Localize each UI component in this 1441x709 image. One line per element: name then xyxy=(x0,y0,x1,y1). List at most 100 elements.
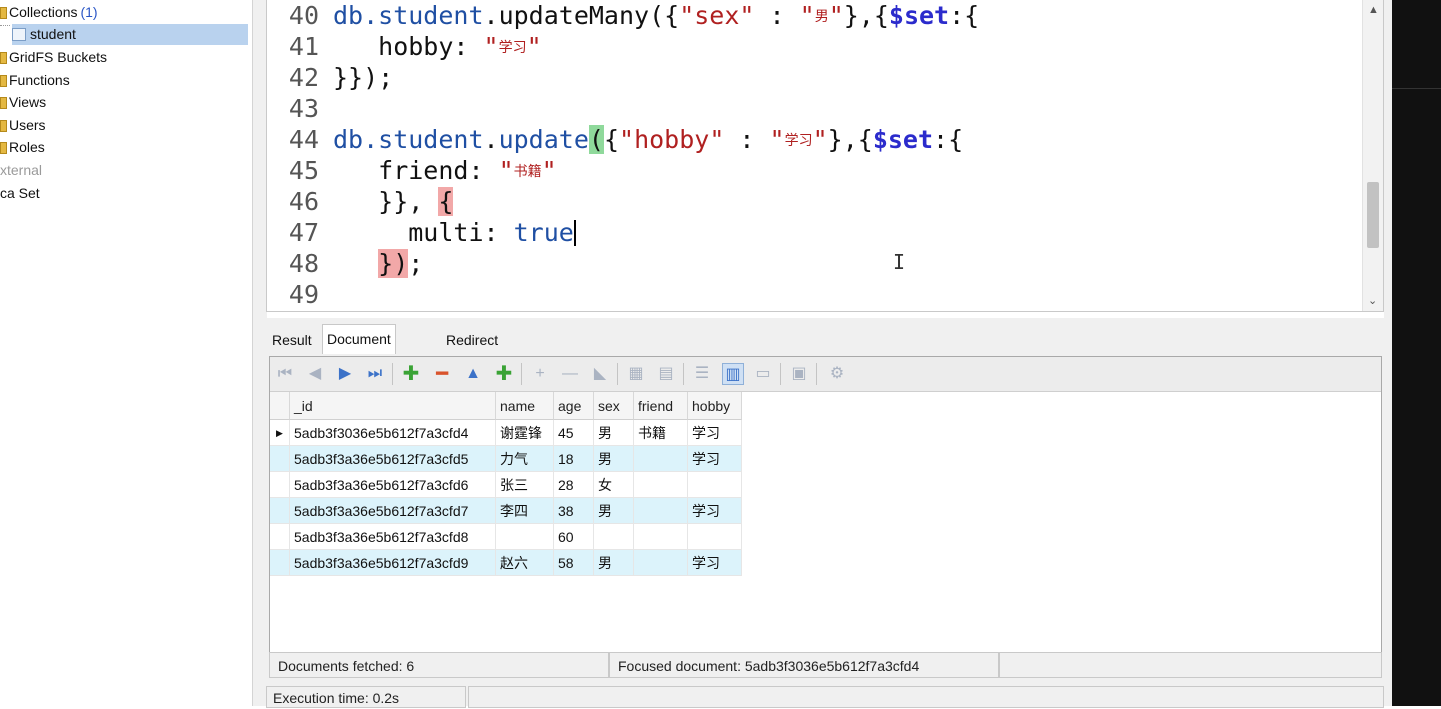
scrollbar-thumb[interactable] xyxy=(1367,182,1379,248)
cell-id[interactable]: 5adb3f3a36e5b612f7a3cfd9 xyxy=(290,550,496,576)
cell-sex[interactable]: 男 xyxy=(594,498,634,524)
code-token: multi: xyxy=(333,218,514,247)
table-view-icon[interactable]: ▥ xyxy=(722,363,744,385)
tree-gridfs-buckets[interactable]: GridFS Buckets xyxy=(0,47,107,68)
column-header-id[interactable]: _id xyxy=(290,392,496,420)
add-icon[interactable]: ✚ xyxy=(400,363,422,385)
code-token: 学习 xyxy=(498,40,527,56)
tree-roles[interactable]: Roles xyxy=(0,137,45,158)
table-row[interactable]: 5adb3f3a36e5b612f7a3cfd5 力气 18 男 学习 xyxy=(270,446,742,472)
line-number: 46 xyxy=(288,187,319,216)
tree-item-student[interactable]: student xyxy=(12,24,248,45)
table-row[interactable]: ▶ 5adb3f3036e5b612f7a3cfd4 谢霆锋 45 男书籍 学习 xyxy=(270,420,742,446)
cell-hobby[interactable]: 学习 xyxy=(688,550,742,576)
cell-sex[interactable] xyxy=(594,524,634,550)
query-editor[interactable]: 40 db.student.updateMany({"sex" : "男"},{$… xyxy=(266,0,1384,312)
column-header-sex[interactable]: sex xyxy=(594,392,634,420)
insert-icon[interactable]: + xyxy=(529,363,551,385)
cell-id[interactable]: 5adb3f3a36e5b612f7a3cfd6 xyxy=(290,472,496,498)
cell-age[interactable]: 60 xyxy=(554,524,594,550)
text-view-icon[interactable]: ▭ xyxy=(752,363,774,385)
document-grid[interactable]: _id name age sex friend hobby ▶ 5adb3f303… xyxy=(270,392,1381,649)
cell-id[interactable]: 5adb3f3036e5b612f7a3cfd4 xyxy=(290,420,496,446)
cell-hobby[interactable]: 学习 xyxy=(688,446,742,472)
tree-functions[interactable]: Functions xyxy=(0,70,70,91)
cell-hobby[interactable] xyxy=(688,524,742,550)
chart-icon[interactable]: ◣ xyxy=(589,363,611,385)
cell-name[interactable]: 赵六 xyxy=(496,550,554,576)
tab-result[interactable]: Result xyxy=(268,328,316,352)
cell-name[interactable]: 张三 xyxy=(496,472,554,498)
cell-name[interactable]: 力气 xyxy=(496,446,554,472)
code-line-40: 40 db.student.updateMany({"sex" : "男"},{$… xyxy=(267,0,1357,31)
tree-replica-set[interactable]: ca Set xyxy=(0,183,40,204)
cell-friend[interactable] xyxy=(634,472,688,498)
grid1-icon[interactable]: ▦ xyxy=(625,363,647,385)
cell-friend[interactable] xyxy=(634,550,688,576)
tab-redirect-to-file[interactable]: Redirect to File xyxy=(442,328,502,372)
code-token: student xyxy=(378,1,484,30)
row-indicator xyxy=(270,472,290,498)
settings-icon[interactable]: ⚙ xyxy=(826,363,848,385)
cell-hobby[interactable]: 学习 xyxy=(688,498,742,524)
table-row[interactable]: 5adb3f3a36e5b612f7a3cfd8 60 xyxy=(270,524,742,550)
cell-sex[interactable]: 男 xyxy=(594,446,634,472)
cell-age[interactable]: 38 xyxy=(554,498,594,524)
cell-age[interactable]: 45 xyxy=(554,420,594,446)
tree-collections[interactable]: Collections (1) xyxy=(0,2,98,23)
first-icon[interactable]: ⏮ xyxy=(274,363,296,385)
cell-id[interactable]: 5adb3f3a36e5b612f7a3cfd7 xyxy=(290,498,496,524)
tree-roles-label: Roles xyxy=(9,139,45,155)
cell-hobby[interactable]: 学习 xyxy=(688,420,742,446)
cell-name[interactable]: 李四 xyxy=(496,498,554,524)
tree-icon[interactable]: ☰ xyxy=(691,363,713,385)
cell-sex[interactable]: 男 xyxy=(594,420,634,446)
cell-sex[interactable]: 女 xyxy=(594,472,634,498)
code-line-45: 45 friend: "书籍" xyxy=(267,155,1357,186)
cell-age[interactable]: 58 xyxy=(554,550,594,576)
cell-sex[interactable]: 男 xyxy=(594,550,634,576)
table-row[interactable]: 5adb3f3a36e5b612f7a3cfd9 赵六 58 男 学习 xyxy=(270,550,742,576)
grid2-icon[interactable]: ▤ xyxy=(655,363,677,385)
tree-external[interactable]: xternal xyxy=(0,160,42,181)
toolbar-separator xyxy=(392,363,393,385)
remove-icon[interactable]: ━ xyxy=(431,363,453,385)
column-header-age[interactable]: age xyxy=(554,392,594,420)
column-header-hobby[interactable]: hobby xyxy=(688,392,742,420)
tree-collections-label: Collections xyxy=(9,4,78,20)
splitter[interactable] xyxy=(252,0,267,706)
cell-name[interactable]: 谢霆锋 xyxy=(496,420,554,446)
cell-name[interactable] xyxy=(496,524,554,550)
cell-age[interactable]: 18 xyxy=(554,446,594,472)
export-icon[interactable]: ▣ xyxy=(788,363,810,385)
code-token: " xyxy=(812,125,828,154)
cell-hobby[interactable] xyxy=(688,472,742,498)
up-icon[interactable]: ▲ xyxy=(462,363,484,385)
column-header-name[interactable]: name xyxy=(496,392,554,420)
column-header-friend[interactable]: friend xyxy=(634,392,688,420)
add-child-icon[interactable]: ✚ xyxy=(493,363,515,385)
cell-friend[interactable] xyxy=(634,524,688,550)
table-row[interactable]: 5adb3f3a36e5b612f7a3cfd6 张三 28 女 xyxy=(270,472,742,498)
cell-id[interactable]: 5adb3f3a36e5b612f7a3cfd8 xyxy=(290,524,496,550)
code-token: " xyxy=(769,125,785,154)
cell-id[interactable]: 5adb3f3a36e5b612f7a3cfd5 xyxy=(290,446,496,472)
scroll-up-icon[interactable]: ▲ xyxy=(1368,4,1379,16)
editor-scrollbar[interactable]: ▲ ⌄ xyxy=(1362,0,1383,311)
cell-friend[interactable] xyxy=(634,446,688,472)
code-token: $set xyxy=(872,125,934,154)
code-token: },{ xyxy=(843,1,889,30)
scroll-down-icon[interactable]: ⌄ xyxy=(1368,294,1377,307)
cell-age[interactable]: 28 xyxy=(554,472,594,498)
last-icon[interactable]: ⏭ xyxy=(364,363,386,385)
tree-users[interactable]: Users xyxy=(0,115,46,136)
tree-views[interactable]: Views xyxy=(0,92,46,113)
prev-icon[interactable]: ◀ xyxy=(304,363,326,385)
cell-friend[interactable]: 书籍 xyxy=(634,420,688,446)
minus-icon[interactable]: — xyxy=(559,363,581,385)
toolbar-separator xyxy=(780,363,781,385)
tab-document-view[interactable]: Document view xyxy=(322,324,396,375)
table-row[interactable]: 5adb3f3a36e5b612f7a3cfd7 李四 38 男 学习 xyxy=(270,498,742,524)
cell-friend[interactable] xyxy=(634,498,688,524)
next-icon[interactable]: ▶ xyxy=(334,363,356,385)
